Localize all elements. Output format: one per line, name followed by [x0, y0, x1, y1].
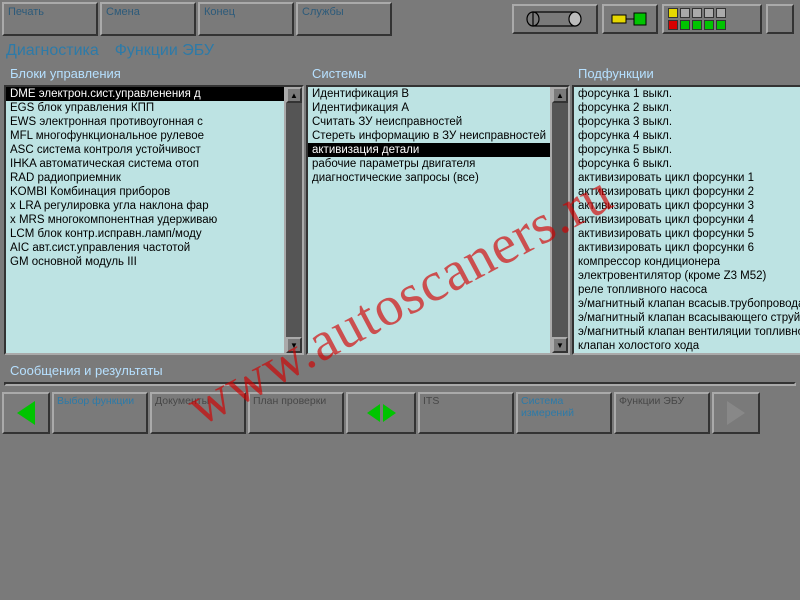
- list-item[interactable]: Считать ЗУ неисправностей: [308, 115, 550, 129]
- list-item[interactable]: рабочие параметры двигателя: [308, 157, 550, 171]
- top-icon-cluster: [394, 2, 798, 36]
- print-button[interactable]: Печать: [2, 2, 98, 36]
- list-item[interactable]: клапан холостого хода: [574, 339, 800, 353]
- cylinder-icon[interactable]: [512, 4, 598, 34]
- help-button[interactable]: [766, 4, 794, 34]
- end-button[interactable]: Конец: [198, 2, 294, 36]
- panel-blocks-title: Блоки управления: [4, 64, 304, 85]
- messages-title: Сообщения и результаты: [4, 355, 796, 382]
- list-item[interactable]: x LRA регулировка угла наклона фар: [6, 199, 284, 213]
- list-item[interactable]: активизировать цикл форсунки 5: [574, 227, 800, 241]
- nav-right-icon: [383, 404, 396, 422]
- scroll-up-icon[interactable]: ▲: [286, 87, 302, 103]
- list-item[interactable]: GM основной модуль III: [6, 255, 284, 269]
- list-item[interactable]: активизировать цикл форсунки 6: [574, 241, 800, 255]
- list-item[interactable]: компрессор кондиционера: [574, 255, 800, 269]
- ecu-fn-button[interactable]: Функции ЭБУ: [614, 392, 710, 434]
- panel-systems-title: Системы: [306, 64, 570, 85]
- list-item[interactable]: Стереть информацию в ЗУ неисправностей: [308, 129, 550, 143]
- scroll-down-icon[interactable]: ▼: [552, 337, 568, 353]
- messages-box[interactable]: [4, 382, 796, 386]
- list-item[interactable]: диагностические запросы (все): [308, 171, 550, 185]
- panel-blocks: Блоки управления DME электрон.сист.управ…: [4, 64, 304, 355]
- connector-icon[interactable]: [602, 4, 658, 34]
- subfn-list[interactable]: форсунка 1 выкл.форсунка 2 выкл.форсунка…: [574, 87, 800, 353]
- list-item[interactable]: активизация детали: [308, 143, 550, 157]
- panel-systems: Системы Идентификация BИдентификация AСч…: [306, 64, 570, 355]
- bottom-toolbar: Выбор функции Документы План проверки IT…: [0, 390, 800, 436]
- breadcrumb: Диагностика Функции ЭБУ: [0, 38, 800, 64]
- panel-subfunctions: Подфункции форсунка 1 выкл.форсунка 2 вы…: [572, 64, 800, 355]
- panels-row: Блоки управления DME электрон.сист.управ…: [0, 64, 800, 355]
- list-item[interactable]: форсунка 5 выкл.: [574, 143, 800, 157]
- list-item[interactable]: EWS электронная противоугонная с: [6, 115, 284, 129]
- list-item[interactable]: LCM блок контр.исправн.ламп/моду: [6, 227, 284, 241]
- measure-system-button[interactable]: Система измерений: [516, 392, 612, 434]
- top-toolbar: Печать Смена Конец Службы: [0, 0, 800, 38]
- shift-button[interactable]: Смена: [100, 2, 196, 36]
- documents-button[interactable]: Документы: [150, 392, 246, 434]
- list-item[interactable]: э/магнитный клапан всасыв.трубопровода (…: [574, 297, 800, 311]
- list-item[interactable]: активизировать цикл форсунки 1: [574, 171, 800, 185]
- messages-panel: Сообщения и результаты: [0, 355, 800, 390]
- test-plan-button[interactable]: План проверки: [248, 392, 344, 434]
- list-item[interactable]: реле топливного насоса: [574, 283, 800, 297]
- scroll-up-icon[interactable]: ▲: [552, 87, 568, 103]
- list-item[interactable]: форсунка 1 выкл.: [574, 87, 800, 101]
- nav-prev-button[interactable]: [2, 392, 50, 434]
- nav-pair[interactable]: [346, 392, 416, 434]
- systems-list[interactable]: Идентификация BИдентификация AСчитать ЗУ…: [308, 87, 550, 353]
- services-button[interactable]: Службы: [296, 2, 392, 36]
- list-item[interactable]: AIC авт.сист.управления частотой: [6, 241, 284, 255]
- list-item[interactable]: активизировать цикл форсунки 3: [574, 199, 800, 213]
- scroll-down-icon[interactable]: ▼: [286, 337, 302, 353]
- list-item[interactable]: EGS блок управления КПП: [6, 101, 284, 115]
- list-item[interactable]: форсунка 6 выкл.: [574, 157, 800, 171]
- blocks-scrollbar[interactable]: ▲ ▼: [284, 87, 302, 353]
- status-cluster-icon[interactable]: [662, 4, 762, 34]
- list-item[interactable]: активизировать цикл форсунки 2: [574, 185, 800, 199]
- list-item[interactable]: электровентилятор (кроме Z3 M52): [574, 269, 800, 283]
- list-item[interactable]: KOMBI Комбинация приборов: [6, 185, 284, 199]
- list-item[interactable]: Идентификация A: [308, 101, 550, 115]
- list-item[interactable]: форсунка 2 выкл.: [574, 101, 800, 115]
- systems-scrollbar[interactable]: ▲ ▼: [550, 87, 568, 353]
- nav-left-icon: [367, 404, 380, 422]
- page-title-a: Диагностика: [6, 42, 99, 60]
- page-title-b: Функции ЭБУ: [115, 42, 214, 60]
- list-item[interactable]: RAD радиоприемник: [6, 171, 284, 185]
- list-item[interactable]: IHKA автоматическая система отоп: [6, 157, 284, 171]
- list-item[interactable]: активизировать цикл форсунки 4: [574, 213, 800, 227]
- list-item[interactable]: форсунка 3 выкл.: [574, 115, 800, 129]
- list-item[interactable]: э/магнитный клапан всасывающего струйн.н…: [574, 311, 800, 325]
- blocks-list[interactable]: DME электрон.сист.управленения д EGS бло…: [6, 87, 284, 353]
- list-item[interactable]: x MRS многокомпонентная удерживаю: [6, 213, 284, 227]
- list-item[interactable]: Идентификация B: [308, 87, 550, 101]
- list-item[interactable]: ASC система контроля устойчивост: [6, 143, 284, 157]
- list-item[interactable]: э/магнитный клапан вентиляции топливного…: [574, 325, 800, 339]
- fn-select-button[interactable]: Выбор функции: [52, 392, 148, 434]
- list-item[interactable]: DME электрон.сист.управленения д: [6, 87, 284, 101]
- list-item[interactable]: MFL многофункциональное рулевое: [6, 129, 284, 143]
- list-item[interactable]: форсунка 4 выкл.: [574, 129, 800, 143]
- nav-next-button[interactable]: [712, 392, 760, 434]
- panel-subfn-title: Подфункции: [572, 64, 800, 85]
- its-button[interactable]: ITS: [418, 392, 514, 434]
